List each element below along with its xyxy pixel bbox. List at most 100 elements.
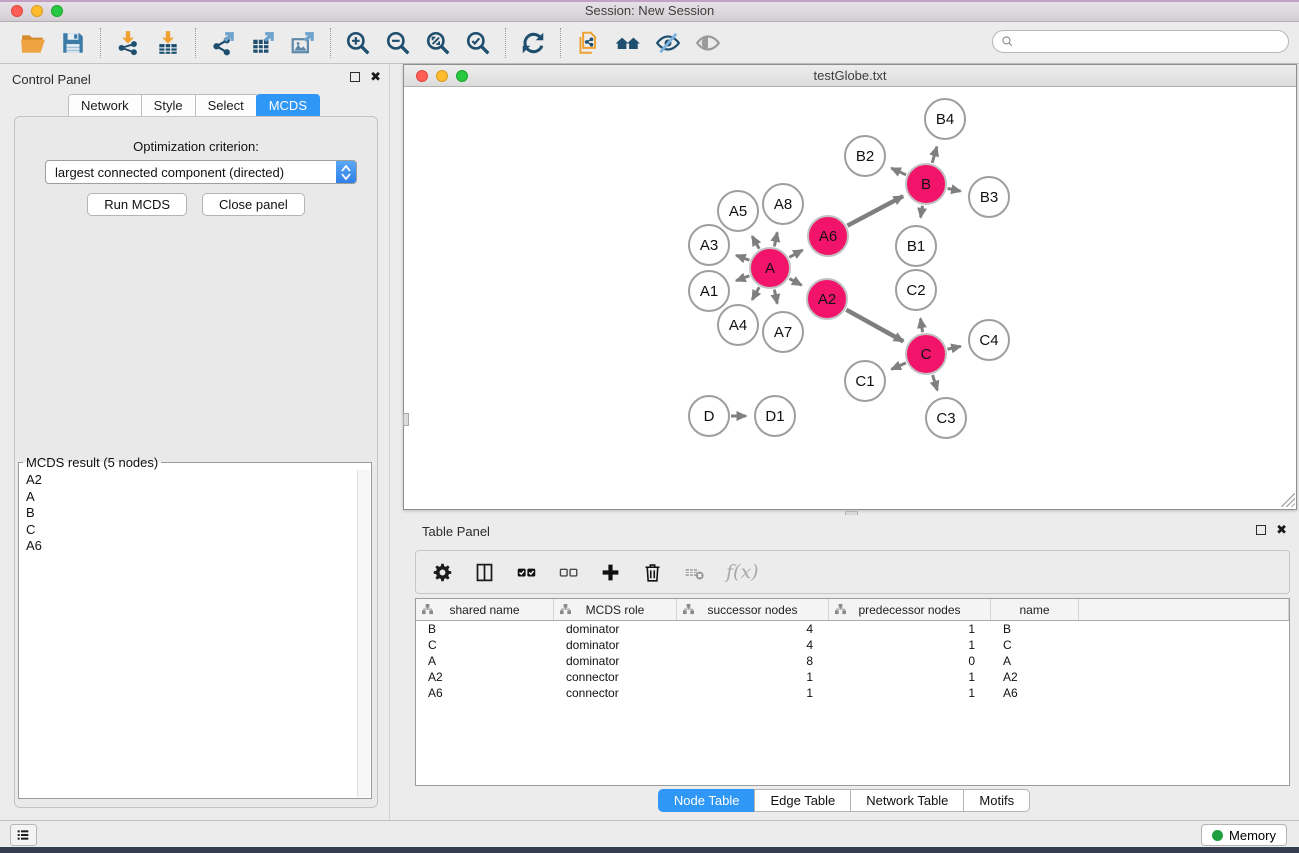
control-panel-tabs: NetworkStyleSelectMCDS <box>0 94 389 117</box>
search-input[interactable] <box>1019 34 1280 50</box>
tab-style[interactable]: Style <box>141 94 196 117</box>
deselect-all-rows-button[interactable] <box>556 559 582 585</box>
save-session-button[interactable] <box>56 26 90 60</box>
zoom-selected-button[interactable] <box>461 26 495 60</box>
graph-edge-A-A6[interactable] <box>789 250 802 257</box>
mcds-result-item[interactable]: A <box>26 489 357 506</box>
export-table-button[interactable] <box>246 26 280 60</box>
float-table-panel-icon[interactable] <box>1256 525 1266 535</box>
graph-edge-A-A8[interactable] <box>774 232 777 246</box>
graph-edge-C-C1[interactable] <box>892 363 906 369</box>
graph-edge-A2-C[interactable] <box>846 310 903 342</box>
optimization-criterion-label: Optimization criterion: <box>15 139 377 154</box>
memory-button[interactable]: Memory <box>1201 824 1287 846</box>
import-network-button[interactable] <box>111 26 145 60</box>
mcds-result-item[interactable]: B <box>26 505 357 522</box>
node-table[interactable]: shared nameMCDS rolesuccessor nodesprede… <box>415 598 1290 786</box>
column-header-successor-nodes[interactable]: successor nodes <box>677 599 829 620</box>
tab-node-table[interactable]: Node Table <box>658 789 756 812</box>
table-row[interactable]: A6connector11A6 <box>416 685 1289 701</box>
mcds-result-item[interactable]: A6 <box>26 538 357 555</box>
tab-network[interactable]: Network <box>68 94 142 117</box>
mcds-list-scrollbar[interactable] <box>357 470 370 797</box>
graph-edge-B-B3[interactable] <box>948 188 961 191</box>
table-cell: A <box>416 653 554 669</box>
table-panel-header: Table Panel ✖ <box>390 515 1299 543</box>
table-body: Bdominator41BCdominator41CAdominator80AA… <box>416 621 1289 701</box>
graph-edge-B-B1[interactable] <box>921 206 923 218</box>
search-field[interactable] <box>992 30 1289 53</box>
graph-node-label-B: B <box>921 176 931 193</box>
table-options-button[interactable] <box>430 559 456 585</box>
trash-icon <box>642 562 663 583</box>
mcds-result-item[interactable]: C <box>26 522 357 539</box>
graph-edge-B-B4[interactable] <box>932 147 937 163</box>
resize-grip-icon[interactable] <box>1281 493 1295 507</box>
refresh-layout-button[interactable] <box>516 26 550 60</box>
graph-edge-A-A1[interactable] <box>736 276 749 281</box>
column-header-name[interactable]: name <box>991 599 1079 620</box>
graph-node-label-C4: C4 <box>979 332 998 349</box>
export-network-button[interactable] <box>206 26 240 60</box>
column-header-predecessor-nodes[interactable]: predecessor nodes <box>829 599 991 620</box>
tab-select[interactable]: Select <box>195 94 257 117</box>
table-cell: connector <box>554 685 677 701</box>
close-panel-button[interactable]: Close panel <box>202 193 305 216</box>
network-window-titlebar[interactable]: testGlobe.txt <box>404 65 1296 87</box>
table-panel: Table Panel ✖ f(x) shared nameMCDS roles… <box>390 515 1299 820</box>
run-mcds-button[interactable]: Run MCDS <box>87 193 187 216</box>
frame-left-handle[interactable] <box>403 413 409 426</box>
import-table-button[interactable] <box>151 26 185 60</box>
graph-edge-A-A7[interactable] <box>774 290 777 304</box>
table-cell: dominator <box>554 621 677 637</box>
tab-network-table[interactable]: Network Table <box>850 789 964 812</box>
graph-edge-C-C3[interactable] <box>933 375 938 390</box>
tab-mcds[interactable]: MCDS <box>256 94 320 117</box>
network-canvas[interactable]: B4B2BB3A8A5A6A3B1AA1C2A2A4A7C4CC1C3DD1 <box>404 87 1296 508</box>
graph-edge-C-C2[interactable] <box>920 319 922 333</box>
network-graph: B4B2BB3A8A5A6A3B1AA1C2A2A4A7C4CC1C3DD1 <box>404 87 1296 508</box>
mcds-result-list[interactable]: A2ABCA6 <box>20 470 357 797</box>
zoom-in-icon <box>345 30 371 56</box>
delete-column-button[interactable] <box>640 559 666 585</box>
table-cell: 8 <box>677 653 829 669</box>
graph-edge-A-A4[interactable] <box>752 287 759 300</box>
graph-edge-B-B2[interactable] <box>891 168 906 175</box>
table-row[interactable]: Cdominator41C <box>416 637 1289 653</box>
mcds-result-item[interactable]: A2 <box>26 472 357 489</box>
table-row[interactable]: Bdominator41B <box>416 621 1289 637</box>
graph-edge-A6-B[interactable] <box>847 196 903 226</box>
criterion-select-value: largest connected component (directed) <box>46 165 336 180</box>
table-cell: A6 <box>416 685 554 701</box>
column-header-shared-name[interactable]: shared name <box>416 599 554 620</box>
close-panel-icon[interactable]: ✖ <box>370 72 381 82</box>
tab-edge-table[interactable]: Edge Table <box>754 789 851 812</box>
toolbar-group <box>508 26 558 60</box>
zoom-fit-button[interactable] <box>421 26 455 60</box>
graph-edge-A-A2[interactable] <box>789 279 801 286</box>
tab-motifs[interactable]: Motifs <box>963 789 1030 812</box>
task-history-button[interactable] <box>10 824 37 846</box>
float-panel-icon[interactable] <box>350 72 360 82</box>
zoom-out-button[interactable] <box>381 26 415 60</box>
graph-edge-C-C4[interactable] <box>947 346 960 349</box>
zoom-in-button[interactable] <box>341 26 375 60</box>
column-header-MCDS-role[interactable]: MCDS role <box>554 599 677 620</box>
copy-network-button[interactable] <box>571 26 605 60</box>
graph-edge-A-A5[interactable] <box>752 236 759 249</box>
home-button[interactable] <box>611 26 645 60</box>
table-row[interactable]: A2connector11A2 <box>416 669 1289 685</box>
table-cell: connector <box>554 669 677 685</box>
show-columns-button[interactable] <box>472 559 498 585</box>
add-column-button[interactable] <box>598 559 624 585</box>
table-row[interactable]: Adominator80A <box>416 653 1289 669</box>
graph-node-label-A2: A2 <box>818 291 836 308</box>
select-all-rows-button[interactable] <box>514 559 540 585</box>
close-table-panel-icon[interactable]: ✖ <box>1276 525 1287 535</box>
criterion-select[interactable]: largest connected component (directed) <box>45 160 357 184</box>
open-session-button[interactable] <box>16 26 50 60</box>
export-image-button[interactable] <box>286 26 320 60</box>
hide-panels-button[interactable] <box>651 26 685 60</box>
graph-edge-A-A3[interactable] <box>736 255 749 260</box>
toolbar-separator <box>330 28 331 58</box>
